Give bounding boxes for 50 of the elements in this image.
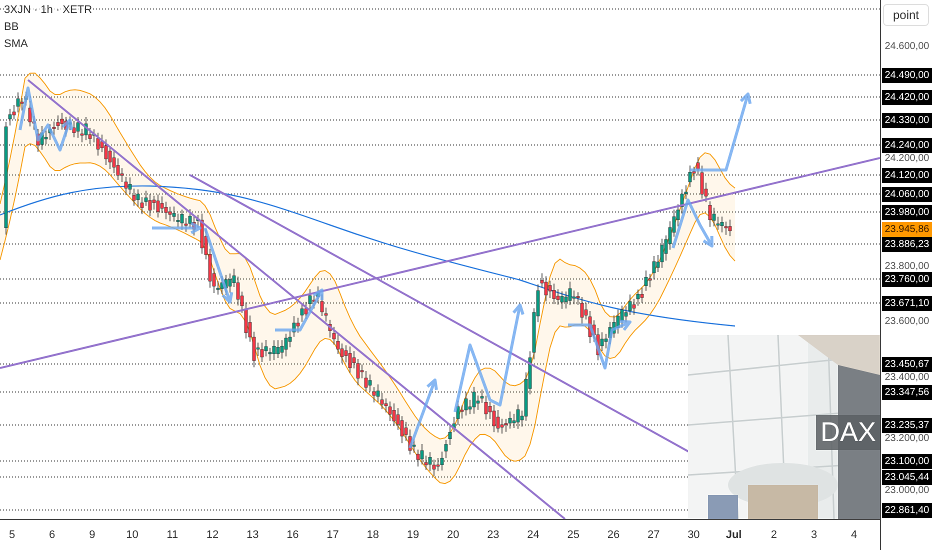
date-label: 2 <box>770 528 778 542</box>
price-label: 23.347,56 <box>882 384 932 400</box>
price-label: 23.400,00 <box>882 372 932 382</box>
price-label: 22.861,40 <box>882 502 932 518</box>
date-label: 20 <box>446 528 460 542</box>
date-label: 24 <box>526 528 540 542</box>
price-label: 24.330,00 <box>882 112 932 128</box>
current-price-label: 23.945,86 <box>882 222 932 236</box>
date-label: 5 <box>8 528 16 542</box>
date-label: 11 <box>166 528 180 542</box>
price-label: 24.060,00 <box>882 186 932 202</box>
price-label: 23.235,37 <box>882 418 932 432</box>
indicator-label[interactable]: SMA <box>4 36 28 53</box>
price-label: 24.240,00 <box>882 138 932 152</box>
date-label: 18 <box>366 528 380 542</box>
price-label: 23.100,00 <box>882 454 932 468</box>
date-label: Jul <box>724 528 743 542</box>
price-label: 23.450,67 <box>882 356 932 372</box>
price-label: 23.800,00 <box>882 260 932 272</box>
date-label: 12 <box>205 528 220 542</box>
price-label: 23.200,00 <box>882 432 932 444</box>
date-label: 17 <box>326 528 340 542</box>
date-label: 26 <box>606 528 621 542</box>
price-label: 23.980,00 <box>882 204 932 220</box>
date-label: 3 <box>810 528 818 542</box>
date-label: 4 <box>850 528 858 542</box>
price-label: 24.200,00 <box>882 152 932 164</box>
date-label: 6 <box>48 528 56 542</box>
price-label: 23.760,00 <box>882 272 932 286</box>
date-label: 9 <box>88 528 96 542</box>
price-label: 23.886,23 <box>882 236 932 252</box>
price-label: 24.490,00 <box>882 68 932 82</box>
indicator-label[interactable]: BB <box>4 19 19 36</box>
price-label: 23.000,00 <box>882 484 932 496</box>
date-label: 16 <box>286 528 300 542</box>
date-label: 30 <box>686 528 701 542</box>
price-label: 24.120,00 <box>882 168 932 182</box>
date-label: 23 <box>486 528 500 542</box>
date-label: 27 <box>646 528 661 542</box>
price-label: 23.600,00 <box>882 316 932 326</box>
date-label: 13 <box>245 528 260 542</box>
unit-selector[interactable]: point <box>883 4 929 26</box>
date-label: 19 <box>406 528 420 542</box>
date-label: 25 <box>566 528 581 542</box>
price-label: 24.420,00 <box>882 90 932 104</box>
price-label: 23.045,44 <box>882 470 932 484</box>
picture-caption: DAX <box>816 415 880 450</box>
price-label: 23.671,10 <box>882 296 932 310</box>
date-label: 10 <box>125 528 140 542</box>
price-label: 24.600,00 <box>882 40 932 52</box>
